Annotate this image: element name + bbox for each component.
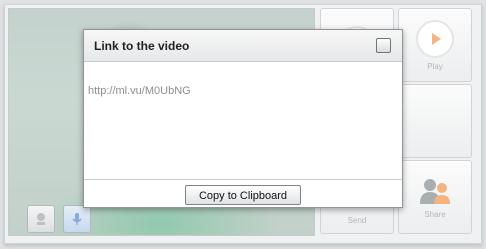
link-textarea[interactable]: http://ml.vu/M0UbNG <box>84 81 402 180</box>
link-url-text: http://ml.vu/M0UbNG <box>88 85 191 97</box>
video-link-dialog: Link to the video http://ml.vu/M0UbNG Co… <box>83 29 403 208</box>
copy-to-clipboard-button[interactable]: Copy to Clipboard <box>185 185 301 205</box>
dialog-title: Link to the video <box>94 38 190 53</box>
close-icon[interactable] <box>376 38 391 53</box>
dialog-toolbar-strip <box>84 62 402 82</box>
dialog-header: Link to the video <box>84 30 402 62</box>
